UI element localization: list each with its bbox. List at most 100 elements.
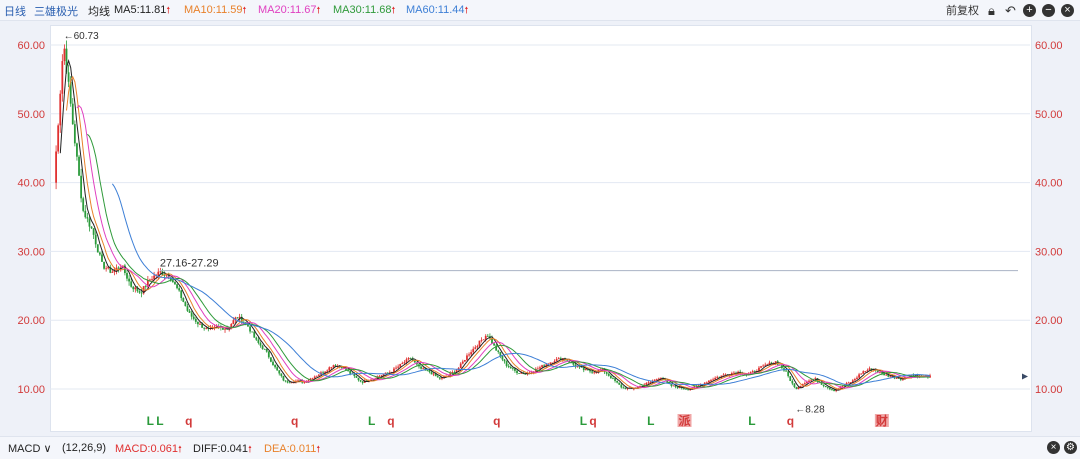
candle-body [403,362,406,364]
candle-body [132,286,135,290]
candle-body [67,72,70,82]
candle-body [803,383,806,384]
candle-body [284,380,287,382]
candle-body [98,252,101,255]
signal-marker: q [185,414,192,428]
candle-body [55,151,57,183]
candle-body [501,355,504,360]
candle-body [176,284,178,289]
candle-body [182,297,185,302]
candle-body [791,380,794,384]
y-tick-label-left: 50.00 [17,109,45,121]
candle-body [609,375,612,379]
candle-body [353,374,356,377]
candle-body [607,373,610,376]
candle-body [315,375,318,377]
candle-body [311,378,314,380]
candle-body [144,286,147,287]
candle-body [57,125,60,152]
candle-body [261,345,264,349]
close-macd-icon[interactable]: × [1047,441,1060,454]
candle-body [716,376,719,378]
candle-body [355,376,358,378]
candle-body [171,280,174,282]
candle-body [317,374,320,376]
candle-body [831,389,833,391]
candle-body [576,366,579,368]
candle-body [645,383,648,385]
candle-body [856,377,858,380]
candle-body [647,382,650,384]
candle-body [190,312,193,317]
candle-body [841,386,844,387]
candle-body [73,124,76,144]
diff-value: DIFF:0.041🠕 [193,443,252,455]
candle-body [795,387,798,390]
candle-body [582,367,585,371]
candle-body [259,342,262,346]
candle-body [497,350,500,352]
candle-body [466,355,468,360]
candle-body [503,359,506,362]
candle-body [397,366,400,368]
candle-body [178,288,181,291]
candle-body [359,380,362,382]
signal-marker: q [291,414,298,428]
candle-body [511,368,514,370]
macd-settings-icon[interactable]: ⚙ [1064,441,1077,454]
candle-body [543,365,546,367]
candle-body [249,326,251,332]
candle-body [593,372,596,374]
candle-body [860,373,863,375]
candle-body [224,328,226,330]
candle-body [151,279,153,280]
candle-body [507,365,510,367]
signal-marker: L [647,414,654,428]
candle-body [111,272,114,273]
candle-body [751,371,754,373]
candle-body [889,376,892,378]
candle-body [322,372,324,374]
candle-body [78,156,80,176]
candle-body [188,310,191,313]
candle-body [789,376,792,381]
candle-body [395,367,397,369]
current-price-marker [1022,373,1028,380]
candle-body [71,103,74,125]
candle-body [672,385,675,387]
candle-body [230,324,233,328]
candle-body [92,228,95,235]
candle-body [149,279,151,281]
y-tick-label-right: 40.00 [1035,178,1063,190]
candle-body [864,371,867,372]
candle-body [539,367,541,369]
candle-body [101,254,103,262]
candle-body [833,389,835,392]
candle-body [303,382,306,383]
candle-body [814,378,817,380]
candle-body [272,361,274,366]
candle-body [378,376,381,377]
signal-marker: L [156,414,163,428]
candle-body [785,370,787,372]
candle-body [357,377,360,381]
signal-marker: q [787,414,794,428]
candle-body [409,358,412,359]
candle-body [270,357,272,362]
candle-body [80,175,83,199]
candle-body [88,218,91,227]
macd-selector[interactable]: MACD ∨ [8,442,52,455]
candle-body [157,271,160,276]
candle-body [463,359,466,362]
signal-marker: q [387,414,394,428]
candle-body [349,370,352,374]
candle-body [174,281,176,285]
macd-value: MACD:0.061🠕 [115,443,182,455]
candle-body [584,369,587,371]
candle-body [620,384,623,388]
candle-body [430,371,433,375]
candle-body [422,368,425,370]
candle-body [822,384,825,386]
macd-params: (12,26,9) [62,442,107,454]
candle-body [405,359,408,363]
